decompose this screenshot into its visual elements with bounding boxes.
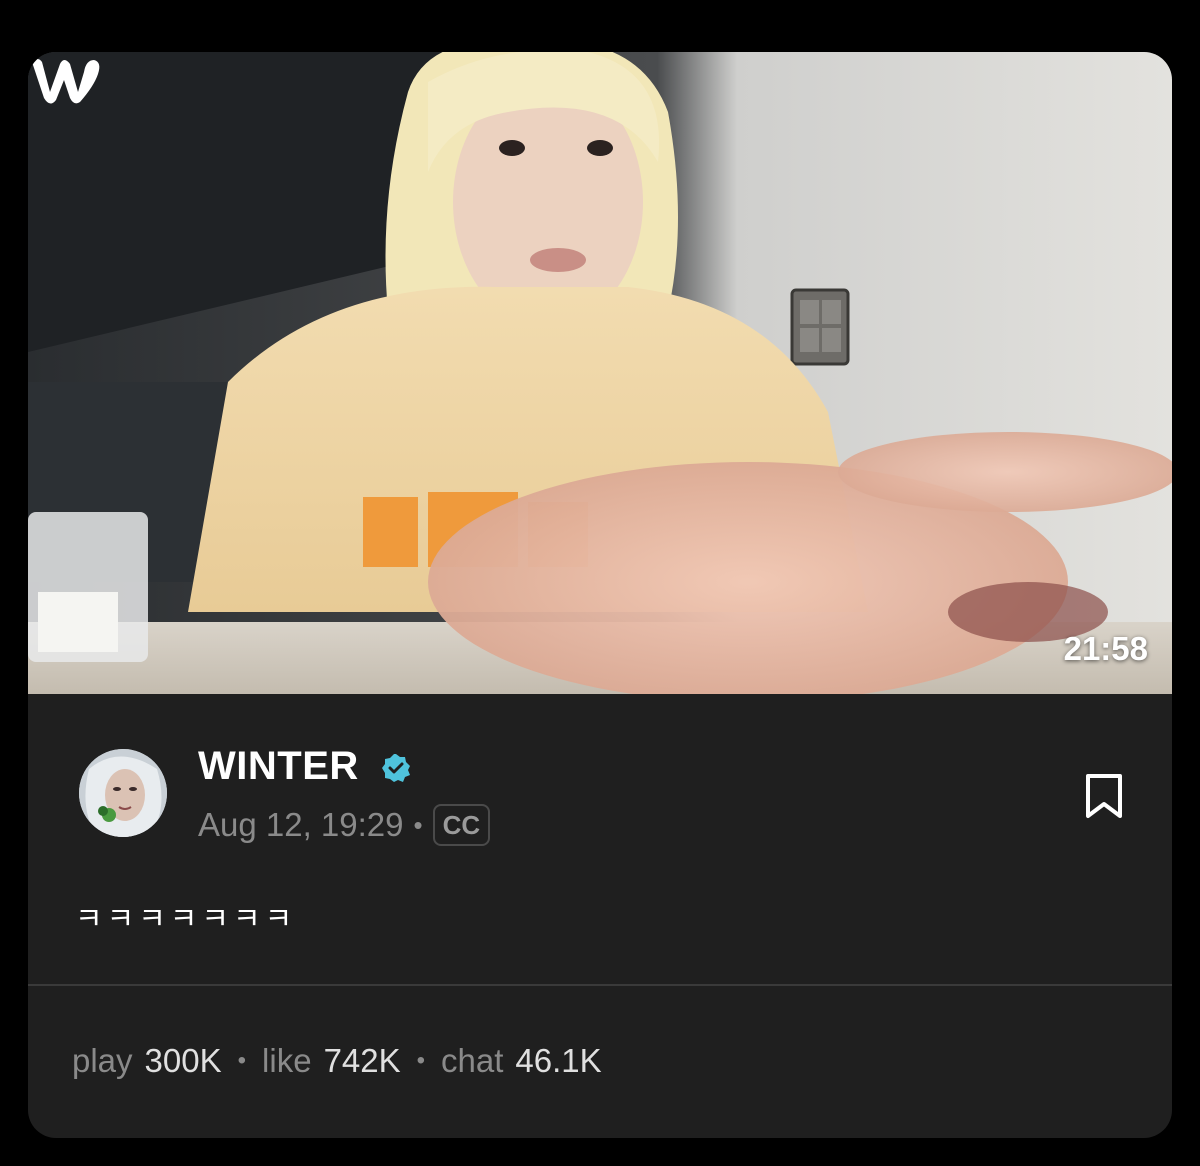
play-label: play — [72, 1042, 133, 1079]
stats-separator: • — [416, 1047, 426, 1074]
author-name[interactable]: WINTER — [198, 744, 359, 789]
video-post-card[interactable]: 21:58 WINTER Aug 12, 19:29 • CC ㅋㅋㅋㅋㅋㅋㅋ … — [28, 52, 1172, 1138]
verified-badge-icon — [382, 754, 410, 782]
stats-separator: • — [237, 1047, 247, 1074]
video-duration: 21:58 — [1063, 630, 1148, 667]
avatar-image — [79, 749, 167, 837]
chat-count: 46.1K — [515, 1042, 602, 1079]
post-meta: Aug 12, 19:29 • CC — [198, 804, 491, 846]
like-label: like — [262, 1042, 312, 1079]
like-count: 742K — [323, 1042, 401, 1079]
author-avatar[interactable] — [79, 749, 167, 837]
post-text: ㅋㅋㅋㅋㅋㅋㅋ — [75, 903, 297, 936]
bookmark-icon[interactable] — [1082, 772, 1126, 820]
chat-label: chat — [441, 1042, 504, 1079]
closed-captions-badge: CC — [432, 804, 491, 846]
video-thumbnail[interactable]: 21:58 — [28, 52, 1172, 694]
post-date: Aug 12, 19:29 — [198, 806, 404, 843]
weverse-logo-icon — [32, 59, 100, 104]
divider — [28, 984, 1172, 986]
meta-separator: • — [413, 809, 423, 840]
post-stats: play 300K • like 742K • chat 46.1K — [72, 1042, 602, 1080]
thumbnail-image — [28, 52, 1172, 694]
play-count: 300K — [144, 1042, 222, 1079]
